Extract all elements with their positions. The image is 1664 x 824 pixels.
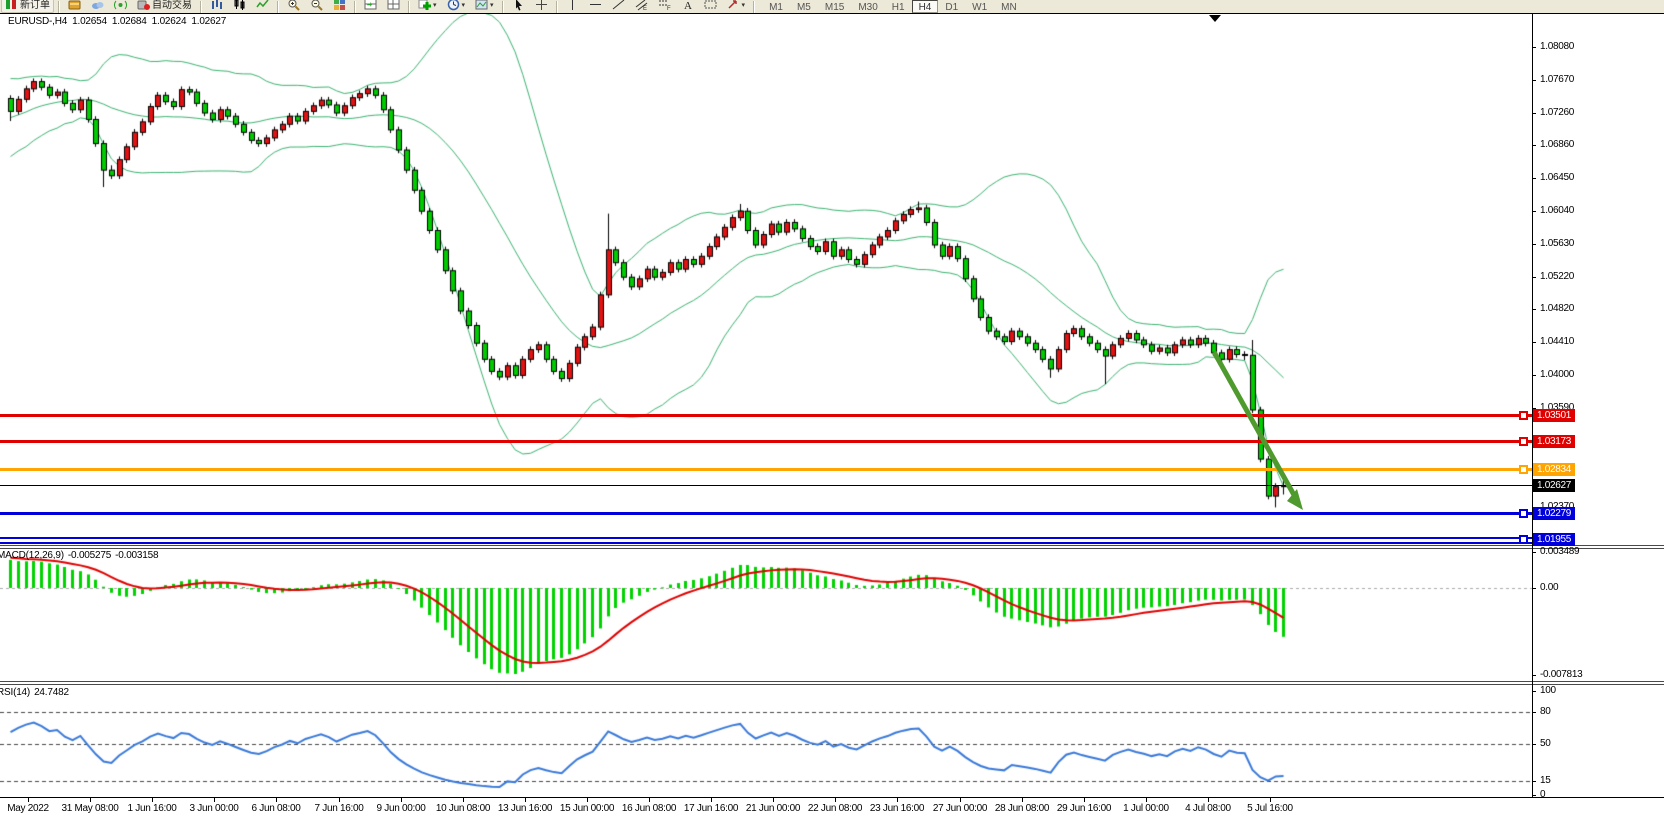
- clock-icon: [447, 0, 460, 11]
- pane1-icon: [364, 0, 377, 11]
- timeframe-button-m30[interactable]: M30: [851, 0, 884, 13]
- toolbar: 新订单 自动交易 ▾ ▾ ▾ E F A ▾ M1M5M15M30H1H4D1W1MN: [0, 0, 1664, 13]
- trend-icon: [612, 0, 625, 11]
- toolbar-button-label: 新订单: [20, 0, 50, 11]
- pane2-icon: [387, 0, 400, 11]
- toolbar-separator: [408, 1, 410, 13]
- svg-text:E: E: [643, 6, 647, 11]
- zoom-out-icon: [310, 0, 323, 11]
- toolbar-button-line-mode[interactable]: [252, 0, 273, 13]
- timeframe-button-m1[interactable]: M1: [762, 0, 790, 13]
- plus-chart-icon: [418, 0, 431, 11]
- cloud-icon: [91, 0, 104, 11]
- toolbar-button-cursor-tool[interactable]: [508, 0, 529, 13]
- svg-text:A: A: [684, 0, 692, 11]
- toolbar-button-bar-chart-mode[interactable]: [206, 0, 227, 13]
- mt4-window: 新订单自动交易▾▾▾EFA▾ M1M5M15M30H1H4D1W1MN EURU…: [0, 0, 1664, 824]
- label-icon: [704, 0, 717, 11]
- window-edge: [0, 13, 1664, 14]
- toolbar-button-zoom-in[interactable]: [283, 0, 304, 13]
- timeframe-button-h1[interactable]: H1: [885, 0, 912, 13]
- bars-icon: [210, 0, 223, 11]
- toolbar-separator: [556, 1, 558, 13]
- gold-book-icon: [68, 0, 81, 11]
- toolbar-left: 新订单 自动交易 ▾ ▾ ▾ E F A ▾: [0, 0, 758, 13]
- toolbar-button-vertical-line-tool[interactable]: [562, 0, 583, 13]
- candles-icon: [233, 0, 246, 11]
- toolbar-button-template-menu[interactable]: ▾: [471, 0, 498, 13]
- toolbar-button-profiles[interactable]: [64, 0, 85, 13]
- dropdown-caret-icon: ▾: [462, 1, 466, 11]
- signal-icon: [114, 0, 127, 11]
- timeframe-button-h4[interactable]: H4: [912, 0, 939, 13]
- toolbar-button-horizontal-line-tool[interactable]: [585, 0, 606, 13]
- zoom-in-icon: [287, 0, 300, 11]
- toolbar-button-auto-trading[interactable]: 自动交易: [133, 0, 196, 13]
- toolbar-separator: [58, 1, 60, 13]
- cursor-icon: [512, 0, 525, 11]
- toolbar-button-crosshair-tool[interactable]: [531, 0, 552, 13]
- toolbar-button-text-tool[interactable]: A: [677, 0, 698, 13]
- timeframe-button-w1[interactable]: W1: [965, 0, 994, 13]
- toolbar-separator: [277, 1, 279, 13]
- trend-arrow[interactable]: [0, 0, 1664, 824]
- svg-text:F: F: [667, 6, 671, 11]
- channel-icon: E: [635, 0, 648, 11]
- line-icon: [256, 0, 269, 11]
- toolbar-button-label: 自动交易: [152, 0, 192, 11]
- dropdown-caret-icon: ▾: [490, 1, 494, 11]
- toolbar-button-auto-arrange[interactable]: [383, 0, 404, 13]
- toolbar-button-period-menu[interactable]: ▾: [443, 0, 470, 13]
- text-a-icon: A: [681, 0, 694, 11]
- toolbar-button-fibonacci-tool[interactable]: F: [654, 0, 675, 13]
- autotrade-icon: [137, 0, 150, 11]
- toolbar-button-shapes-tool[interactable]: ▾: [723, 0, 750, 13]
- fibo-icon: F: [658, 0, 671, 11]
- toolbar-separator: [354, 1, 356, 13]
- toolbar-button-new-order[interactable]: 新订单: [1, 0, 54, 13]
- timeframe-button-m15[interactable]: M15: [818, 0, 851, 13]
- toolbar-button-zoom-out[interactable]: [306, 0, 327, 13]
- dropdown-caret-icon: ▾: [742, 1, 746, 11]
- toolbar-separator: [753, 1, 755, 13]
- tiles-icon: [333, 0, 346, 11]
- toolbar-button-add-indicator[interactable]: ▾: [414, 0, 441, 13]
- dropdown-caret-icon: ▾: [433, 1, 437, 11]
- toolbar-button-channel-tool[interactable]: E: [631, 0, 652, 13]
- timeframe-bar: M1M5M15M30H1H4D1W1MN: [762, 0, 1024, 13]
- vline-icon: [566, 0, 579, 11]
- timeframe-button-d1[interactable]: D1: [938, 0, 965, 13]
- toolbar-separator: [200, 1, 202, 13]
- toolbar-button-arrange-windows[interactable]: [360, 0, 381, 13]
- timeframe-button-mn[interactable]: MN: [994, 0, 1024, 13]
- crosshair-icon: [535, 0, 548, 11]
- toolbar-button-text-label-tool[interactable]: [700, 0, 721, 13]
- toolbar-separator: [502, 1, 504, 13]
- toolbar-button-market-watch[interactable]: [87, 0, 108, 13]
- template-icon: [475, 0, 488, 11]
- toolbar-button-signals[interactable]: [110, 0, 131, 13]
- toolbar-button-tile-windows[interactable]: [329, 0, 350, 13]
- timeframe-button-m5[interactable]: M5: [790, 0, 818, 13]
- toolbar-button-trendline-tool[interactable]: [608, 0, 629, 13]
- shapes-icon: [727, 0, 740, 11]
- new-order-icon: [5, 0, 18, 11]
- toolbar-button-candle-mode[interactable]: [229, 0, 250, 13]
- hline-icon: [589, 0, 602, 11]
